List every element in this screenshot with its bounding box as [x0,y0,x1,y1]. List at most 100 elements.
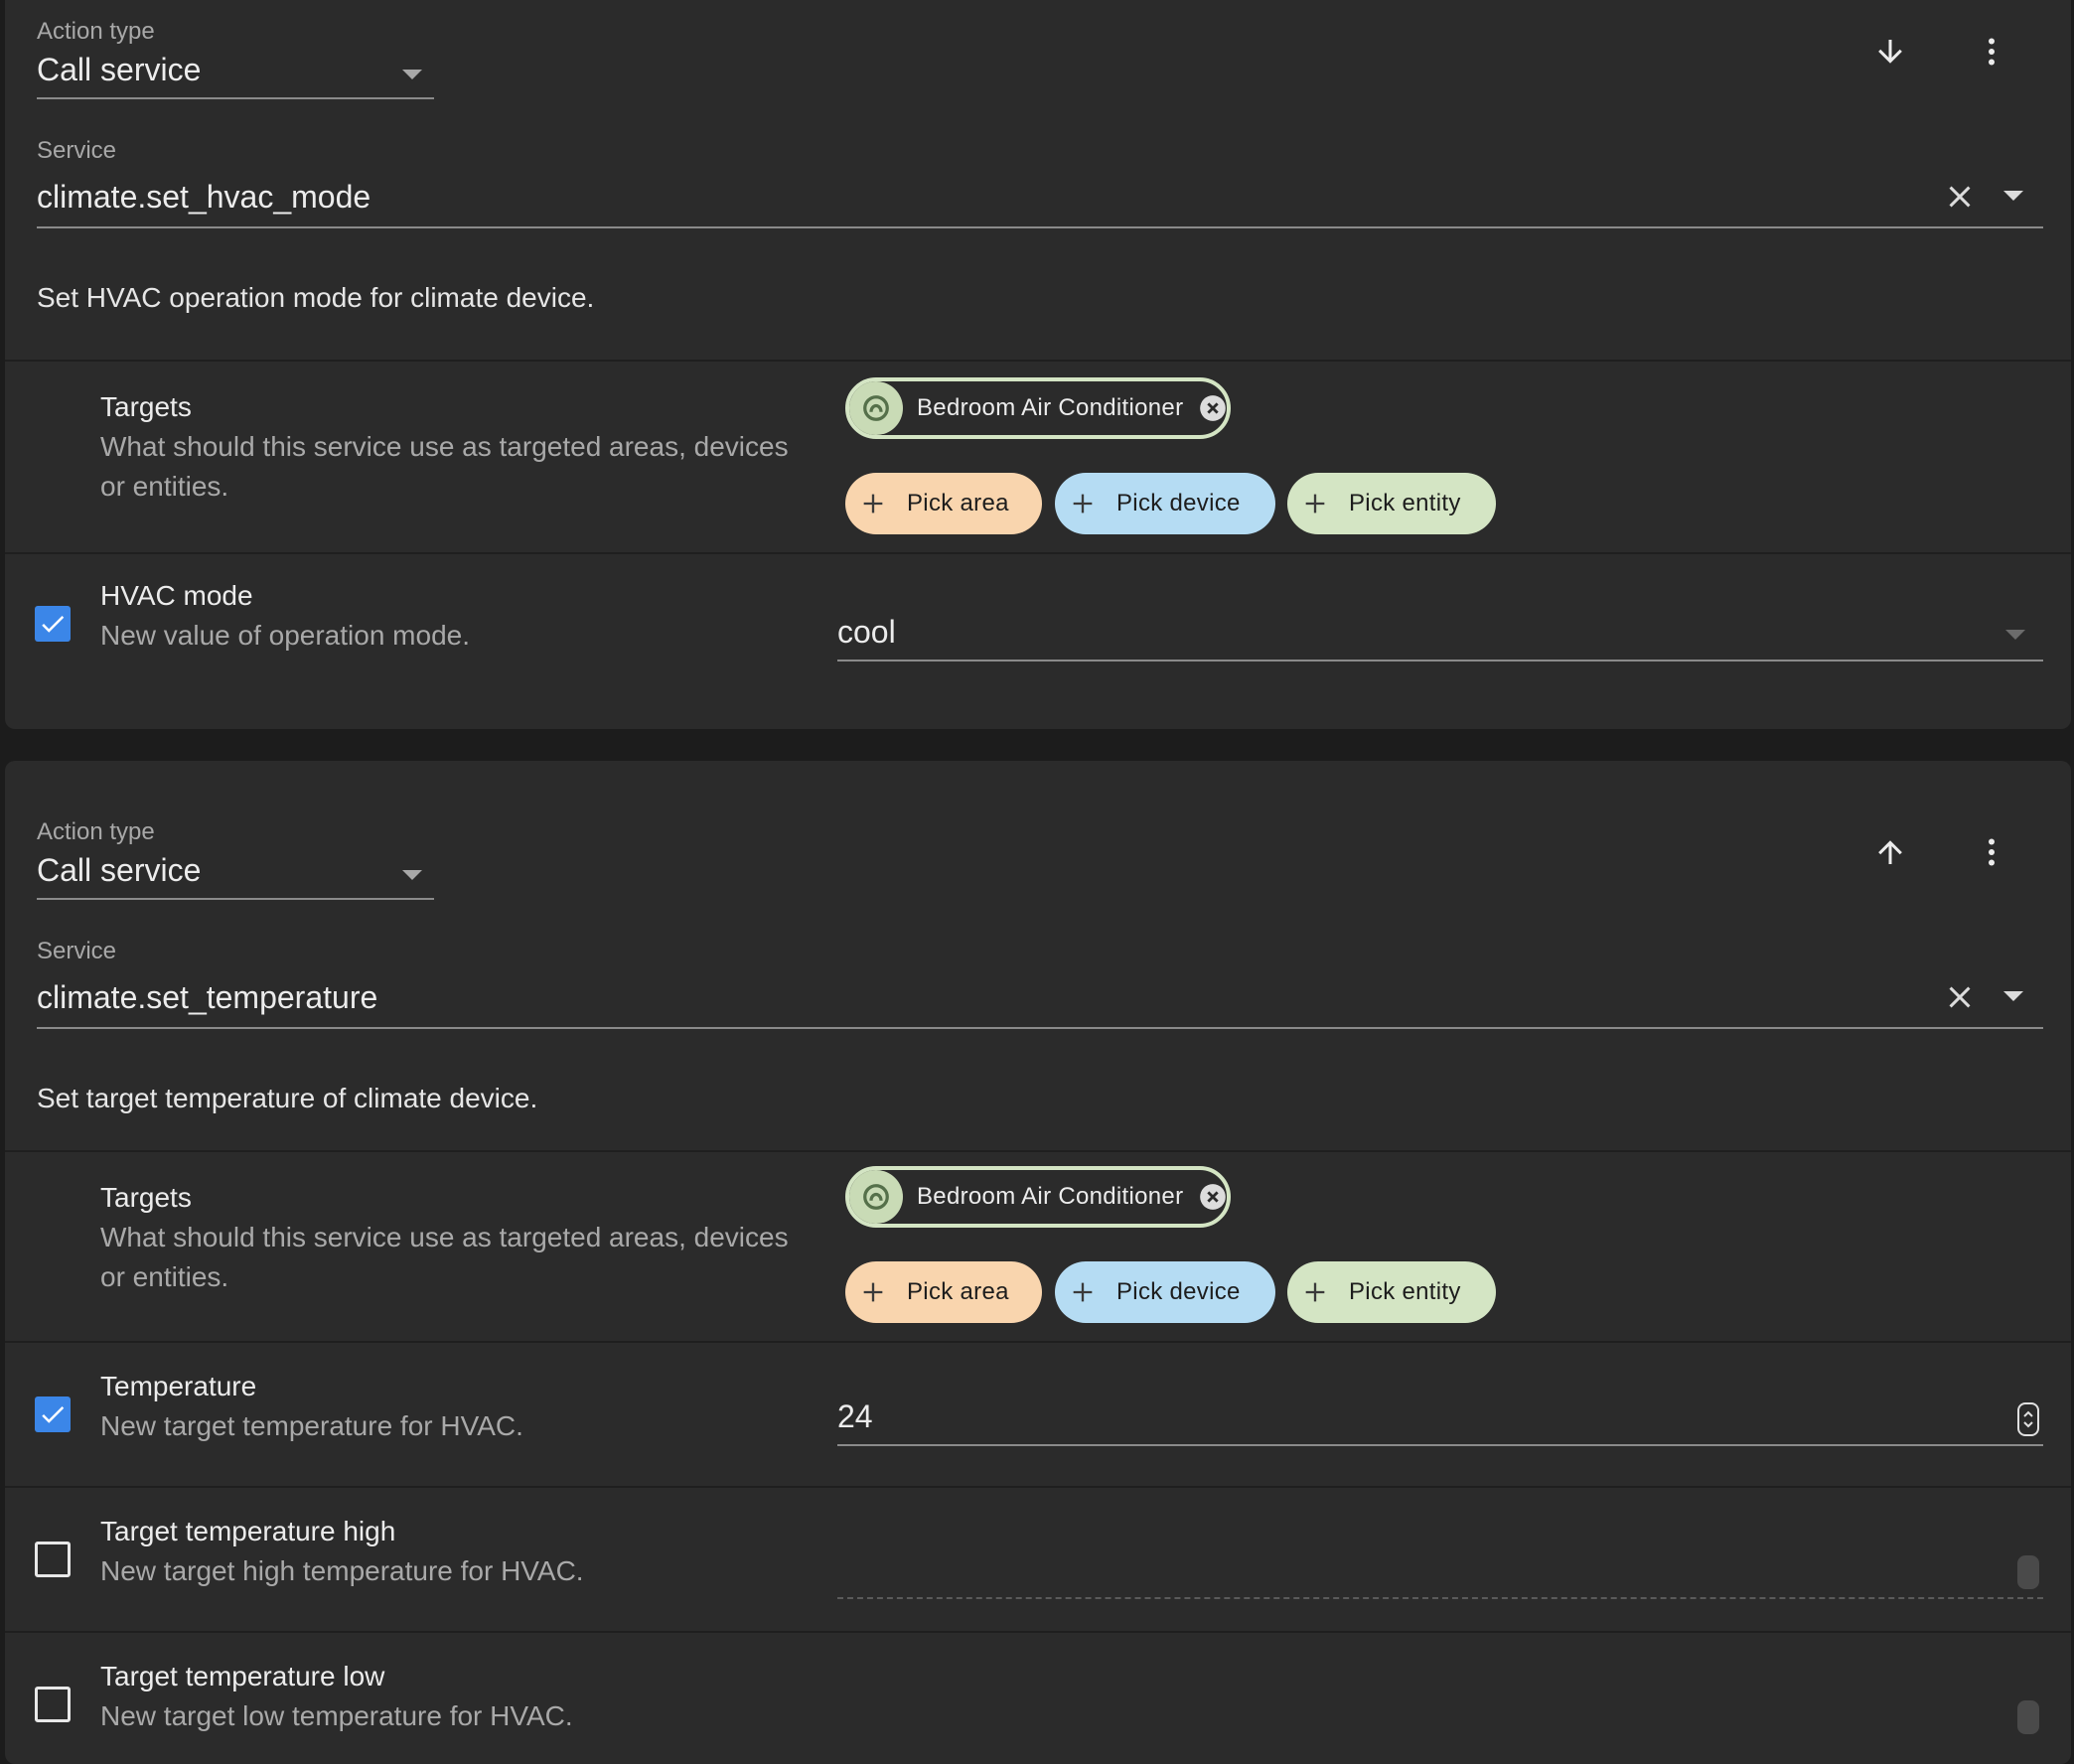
clear-service-button[interactable] [1942,979,1978,1015]
target-temp-high-checkbox[interactable] [35,1542,71,1577]
targets-title: Targets [100,1182,192,1213]
pick-area-label: Pick area [907,490,1009,516]
pick-device-button[interactable]: Pick device [1055,1261,1275,1323]
close-circle-icon [1200,1184,1227,1210]
plus-icon [863,494,883,514]
service-underline [37,226,2043,228]
hvac-mode-select[interactable]: cool [837,606,2043,662]
number-spinner-icon [2017,1700,2039,1734]
target-entity-label: Bedroom Air Conditioner [917,394,1184,421]
action-type-label: Action type [37,18,155,45]
service-combobox[interactable]: climate.set_hvac_mode [37,167,2043,230]
target-entity-label: Bedroom Air Conditioner [917,1183,1184,1210]
pick-entity-button[interactable]: Pick entity [1287,1261,1496,1323]
pick-entity-label: Pick entity [1349,1278,1461,1305]
pick-area-label: Pick area [907,1278,1009,1305]
targets-description: What should this service use as targeted… [100,1222,789,1292]
chevron-down-icon[interactable] [2003,991,2023,1001]
service-value: climate.set_temperature [37,979,378,1015]
remove-target-button[interactable] [1199,1183,1227,1211]
temperature-description: New target temperature for HVAC. [100,1410,523,1441]
service-underline [37,1027,2043,1029]
temperature-title: Temperature [100,1371,257,1401]
divider [5,1150,2071,1152]
action-type-underline [37,898,434,900]
target-temp-high-underline [837,1597,2043,1599]
action-type-value: Call service [37,52,202,87]
pick-device-label: Pick device [1116,490,1241,516]
more-vertical-icon [1989,38,1995,66]
close-circle-icon [1200,395,1227,421]
targets-description: What should this service use as targeted… [100,431,789,502]
action-card-1: Action type Call service Service climate… [5,0,2071,729]
check-icon [42,1405,65,1423]
clear-service-button[interactable] [1942,179,1978,215]
divider [5,552,2071,554]
pick-area-button[interactable]: Pick area [845,1261,1042,1323]
temperature-input[interactable]: 24 [837,1393,2043,1448]
service-description: Set HVAC operation mode for climate devi… [37,282,595,313]
hvac-mode-checkbox[interactable] [35,606,71,642]
action-type-select[interactable]: Call service [37,846,434,902]
divider [5,1486,2071,1488]
chevron-down-icon [402,870,422,880]
pick-device-button[interactable]: Pick device [1055,473,1275,534]
service-description: Set target temperature of climate device… [37,1083,538,1113]
action-type-underline [37,97,434,99]
divider [5,1631,2071,1633]
target-entity-chip[interactable]: Bedroom Air Conditioner [845,377,1232,439]
divider [5,360,2071,362]
plus-icon [1305,494,1325,514]
target-temp-high-input [837,1545,2043,1601]
arrow-up-icon [1878,840,1902,864]
hvac-mode-value: cool [837,614,896,650]
hvac-mode-underline [837,660,2043,662]
plus-icon [1073,494,1093,514]
action-menu-button[interactable] [1964,24,2019,79]
number-spinner-icon [2017,1555,2039,1589]
air-conditioner-icon [849,1170,903,1224]
target-temp-low-title: Target temperature low [100,1661,385,1691]
close-icon [1949,986,1971,1008]
service-combobox[interactable]: climate.set_temperature [37,967,2043,1031]
target-entity-chip[interactable]: Bedroom Air Conditioner [845,1166,1232,1228]
plus-icon [1073,1282,1093,1302]
target-temp-low-description: New target low temperature for HVAC. [100,1700,573,1731]
hvac-mode-title: HVAC mode [100,580,253,611]
air-conditioner-icon [849,381,903,435]
action-card-2: Action type Call service Service climate… [5,761,2071,1764]
pick-device-label: Pick device [1116,1278,1241,1305]
target-temp-high-description: New target high temperature for HVAC. [100,1555,584,1586]
action-type-select[interactable]: Call service [37,46,434,101]
pick-entity-label: Pick entity [1349,490,1461,516]
arrow-down-icon [1878,40,1902,64]
pick-entity-button[interactable]: Pick entity [1287,473,1496,534]
close-icon [1949,186,1971,208]
action-menu-button[interactable] [1964,824,2019,880]
remove-target-button[interactable] [1199,394,1227,422]
target-temp-low-checkbox[interactable] [35,1687,71,1722]
plus-icon [1305,1282,1325,1302]
service-label: Service [37,938,117,964]
action-type-value: Call service [37,852,202,888]
target-temp-low-input [837,1690,2043,1746]
temperature-value: 24 [837,1398,873,1434]
target-temp-high-title: Target temperature high [100,1516,396,1546]
chevron-down-icon [402,70,422,79]
chevron-down-icon [2005,630,2025,640]
divider [5,1341,2071,1343]
move-up-button[interactable] [1862,824,1918,880]
check-icon [42,615,65,633]
temperature-checkbox[interactable] [35,1396,71,1432]
service-value: climate.set_hvac_mode [37,179,371,215]
service-label: Service [37,137,117,164]
more-vertical-icon [1989,838,1995,866]
targets-title: Targets [100,391,192,422]
plus-icon [863,1282,883,1302]
number-spinner-icon[interactable] [2017,1402,2039,1436]
move-down-button[interactable] [1862,24,1918,79]
pick-area-button[interactable]: Pick area [845,473,1042,534]
temperature-underline [837,1444,2043,1446]
chevron-down-icon[interactable] [2003,191,2023,201]
hvac-mode-description: New value of operation mode. [100,620,470,651]
